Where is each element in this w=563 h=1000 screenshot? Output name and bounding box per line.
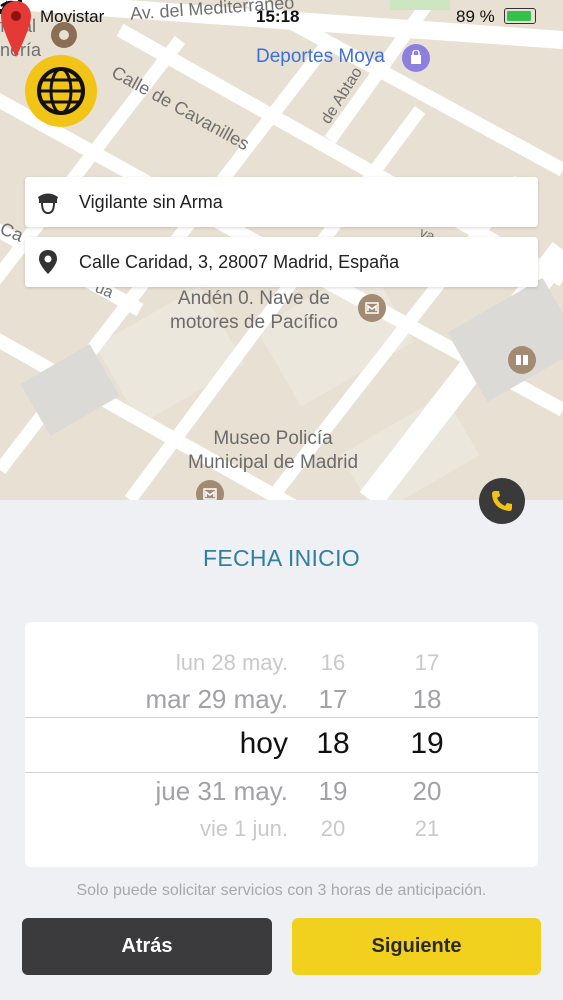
picker-hour: 16	[320, 650, 346, 675]
picker-day: vie 1 jun.	[199, 816, 288, 841]
guard-cap-icon	[38, 193, 58, 215]
status-bar: Movistar 15:18 89 %	[0, 0, 563, 32]
museum-icon[interactable]	[358, 294, 386, 322]
picker-hour: 20	[320, 816, 346, 841]
status-time: 15:18	[256, 7, 300, 26]
picker-day: hoy	[239, 727, 288, 760]
picker-hour: 18	[316, 727, 350, 760]
back-button[interactable]: Atrás	[22, 918, 272, 975]
picker-minute: 17	[414, 650, 440, 675]
next-button[interactable]: Siguiente	[292, 918, 541, 975]
picker-minute: 21	[414, 816, 440, 841]
picker-row[interactable]: vie 1 jun. 20 21	[25, 816, 538, 856]
start-date-title: FECHA INICIO	[203, 545, 360, 571]
picker-day: mar 29 may.	[145, 684, 288, 714]
picker-row[interactable]: jue 31 may. 19 20	[25, 776, 538, 816]
picker-day: lun 28 may.	[175, 650, 288, 675]
address-card[interactable]: Calle Caridad, 3, 28007 Madrid, España	[25, 237, 538, 287]
book-icon[interactable]	[508, 346, 536, 374]
place-label-anden[interactable]: Andén 0. Nave de motores de Pacífico	[170, 287, 338, 335]
picker-minute: 20	[412, 776, 442, 806]
address-label: Calle Caridad, 3, 28007 Madrid, España	[79, 252, 400, 272]
picker-minute: 19	[410, 727, 444, 760]
picker-day: jue 31 may.	[155, 776, 288, 806]
app-logo-globe-icon[interactable]	[25, 55, 97, 127]
selected-location-pin-icon[interactable]	[0, 0, 32, 58]
service-label: Vigilante sin Arma	[79, 192, 223, 212]
location-pin-icon	[39, 250, 57, 274]
map-view[interactable]: Av. del Mediterráneo Calle de Cavanilles…	[0, 0, 563, 500]
service-card[interactable]: Vigilante sin Arma	[25, 177, 538, 227]
picker-minute: 18	[412, 684, 442, 714]
picker-hour: 17	[318, 684, 348, 714]
picker-row[interactable]: mar 29 may. 17 18	[25, 684, 538, 724]
shopping-bag-icon[interactable]	[402, 44, 430, 72]
date-time-picker[interactable]: lun 28 may. 16 17 mar 29 may. 17 18 hoy …	[25, 622, 538, 867]
phone-icon	[492, 491, 512, 511]
picker-hour: 19	[318, 776, 348, 806]
carrier-name: Movistar	[40, 7, 105, 26]
picker-row-selected[interactable]: hoy 18 19	[25, 727, 538, 767]
advance-notice-text: Solo puede solicitar servicios con 3 hor…	[76, 882, 487, 899]
museum-icon[interactable]	[196, 480, 224, 500]
battery-percent: 89 %	[456, 7, 495, 26]
call-button[interactable]	[479, 478, 525, 524]
battery-icon	[504, 8, 536, 24]
place-label-museo-policia[interactable]: Museo Policía Municipal de Madrid	[188, 427, 358, 475]
place-label-deportes-moya[interactable]: Deportes Moya	[256, 46, 385, 68]
